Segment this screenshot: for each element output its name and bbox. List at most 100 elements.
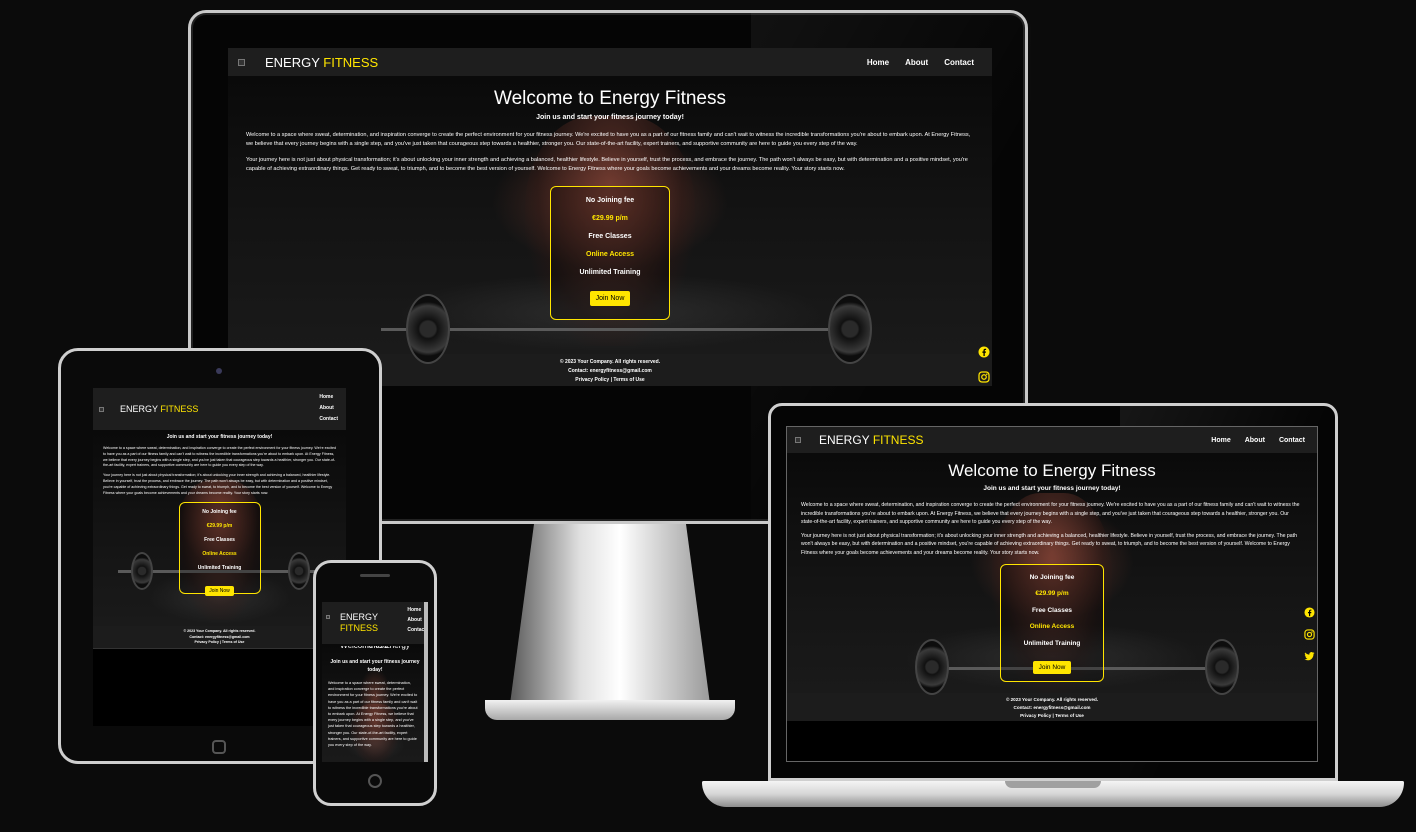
page-subtitle: Join us and start your fitness journey t…	[330, 659, 420, 673]
brand-name: ENERGY FITNESS	[120, 404, 199, 414]
desktop-screen: ENERGY FITNESS Home About Contact Welcom…	[228, 48, 992, 386]
brand-name: ENERGY FITNESS	[340, 612, 379, 633]
instagram-icon[interactable]	[978, 371, 990, 383]
free-classes: Free Classes	[204, 537, 235, 544]
footer-contact: Contact: energyfitness@gmail.com	[1013, 705, 1091, 710]
brand[interactable]: ENERGY FITNESS	[238, 55, 378, 70]
price: €29.99 p/m	[1035, 590, 1069, 598]
social-links	[978, 346, 990, 386]
footer-copyright: © 2023 Your Company. All rights reserved…	[1005, 697, 1099, 702]
page-title: Welcome to Energy Fitness	[328, 646, 422, 654]
tablet-home-button	[212, 740, 226, 754]
unlimited-training: Unlimited Training	[579, 269, 641, 277]
monitor-base	[485, 700, 735, 720]
unlimited-training: Unlimited Training	[1023, 639, 1081, 647]
intro-paragraph-2: Your journey here is not just about phys…	[103, 473, 333, 495]
empty-area	[93, 648, 346, 726]
online-access: Online Access	[202, 551, 237, 558]
navbar: ENERGY FITNESS Home About Contact	[322, 602, 428, 644]
logo-image	[99, 406, 104, 412]
intro-paragraph-1: Welcome to a space where sweat, determin…	[246, 132, 971, 148]
price: €29.99 p/m	[206, 523, 233, 530]
page-title: Welcome to Energy Fitness	[948, 461, 1156, 480]
joining-fee: No Joining fee	[1029, 573, 1075, 581]
weight-plate-right	[828, 294, 872, 364]
laptop-notch	[1005, 781, 1101, 788]
navbar: ENERGY FITNESS Home About Contact	[93, 388, 346, 430]
intro-paragraph-2: Your journey here is not just about phys…	[801, 532, 1298, 556]
price: €29.99 p/m	[592, 215, 628, 223]
nav-about-link[interactable]: About	[319, 405, 338, 411]
navbar: ENERGY FITNESS Home About Contact	[228, 48, 992, 76]
navbar: ENERGY FITNESS Home About Contact	[787, 427, 1317, 453]
nav-about-link[interactable]: About	[1245, 437, 1265, 444]
phone-screen: ENERGYFITNESS Home About Contact Welcome…	[322, 602, 428, 762]
intro-paragraph-2: Your journey here is not just about phys…	[246, 156, 968, 172]
intro-paragraph-1: Welcome to a space where sweat, determin…	[103, 446, 337, 468]
page-title: Welcome to Energy Fitness	[494, 88, 726, 109]
site-footer: © 2023 Your Company. All rights reserved…	[787, 693, 1317, 721]
nav-contact-link[interactable]: Contact	[319, 416, 338, 422]
intro-paragraph-1: Welcome to a space where sweat, determin…	[328, 681, 418, 748]
social-links	[1304, 607, 1315, 673]
intro-paragraph-1: Welcome to a space where sweat, determin…	[801, 502, 1300, 526]
footer-links[interactable]: Privacy Policy | Terms of Use	[787, 712, 1317, 720]
page-subtitle: Join us and start your fitness journey t…	[536, 114, 684, 121]
brand[interactable]: ENERGY FITNESS	[795, 433, 923, 447]
membership-card: No Joining fee €29.99 p/m Free Classes O…	[1000, 563, 1104, 682]
tablet-screen: ENERGY FITNESS Home About Contact Join u…	[93, 388, 346, 726]
brand[interactable]: ENERGY FITNESS	[99, 404, 198, 414]
logo-image	[795, 437, 801, 443]
join-now-button[interactable]: Join Now	[1032, 661, 1072, 675]
tablet-camera	[216, 368, 222, 374]
nav-contact-link[interactable]: Contact	[944, 58, 974, 67]
nav-links: Home About Contact	[851, 58, 974, 67]
joining-fee: No Joining fee	[585, 197, 635, 205]
nav-home-link[interactable]: Home	[1211, 437, 1230, 444]
weight-plate-right	[288, 552, 310, 590]
hero-section: Join us and start your fitness journey t…	[93, 430, 346, 626]
hero-section: Welcome to Energy Fitness Join us and st…	[322, 644, 428, 762]
online-access: Online Access	[1029, 623, 1075, 631]
free-classes: Free Classes	[588, 233, 632, 241]
membership-card: No Joining fee €29.99 p/m Free Classes O…	[178, 502, 261, 597]
hero-section: Welcome to Energy Fitness Join us and st…	[228, 76, 992, 383]
weight-plate-left	[915, 639, 949, 695]
page-subtitle: Join us and start your fitness journey t…	[166, 434, 273, 440]
twitter-icon[interactable]	[1304, 651, 1315, 662]
monitor-stand	[510, 524, 710, 704]
page-subtitle: Join us and start your fitness journey t…	[983, 485, 1121, 492]
weight-plate-left	[131, 552, 153, 590]
hero-section: Welcome to Energy Fitness Join us and st…	[787, 453, 1317, 695]
logo-image	[238, 58, 245, 66]
join-now-button[interactable]: Join Now	[589, 291, 631, 307]
online-access: Online Access	[586, 251, 634, 259]
nav-links: Home About Contact	[319, 388, 338, 427]
scrollbar[interactable]	[424, 602, 428, 762]
free-classes: Free Classes	[1031, 606, 1073, 614]
unlimited-training: Unlimited Training	[197, 565, 242, 572]
weight-plate-right	[1205, 639, 1239, 695]
joining-fee: No Joining fee	[202, 509, 237, 516]
footer-links[interactable]: Privacy Policy | Terms of Use	[93, 640, 346, 646]
weight-plate-left	[406, 294, 450, 364]
join-now-button[interactable]: Join Now	[205, 586, 234, 597]
nav-home-link[interactable]: Home	[319, 394, 338, 400]
nav-contact-link[interactable]: Contact	[1279, 437, 1305, 444]
membership-card: No Joining fee €29.99 p/m Free Classes O…	[550, 186, 670, 321]
facebook-icon[interactable]	[978, 346, 990, 358]
site-footer: © 2023 Your Company. All rights reserved…	[93, 626, 346, 648]
nav-links: Home About Contact	[1197, 437, 1305, 444]
nav-home-link[interactable]: Home	[867, 58, 889, 67]
facebook-icon[interactable]	[1304, 607, 1315, 618]
brand-name: ENERGY FITNESS	[265, 54, 379, 70]
brand[interactable]: ENERGY FITNESS	[326, 612, 378, 634]
instagram-icon[interactable]	[1304, 629, 1315, 640]
phone-home-button	[368, 774, 382, 788]
laptop-screen: ENERGY FITNESS Home About Contact Welcom…	[786, 426, 1318, 762]
phone-speaker	[360, 574, 390, 577]
empty-area	[787, 721, 1317, 761]
nav-about-link[interactable]: About	[905, 58, 928, 67]
logo-image	[326, 615, 330, 619]
brand-name: ENERGY FITNESS	[819, 433, 924, 447]
